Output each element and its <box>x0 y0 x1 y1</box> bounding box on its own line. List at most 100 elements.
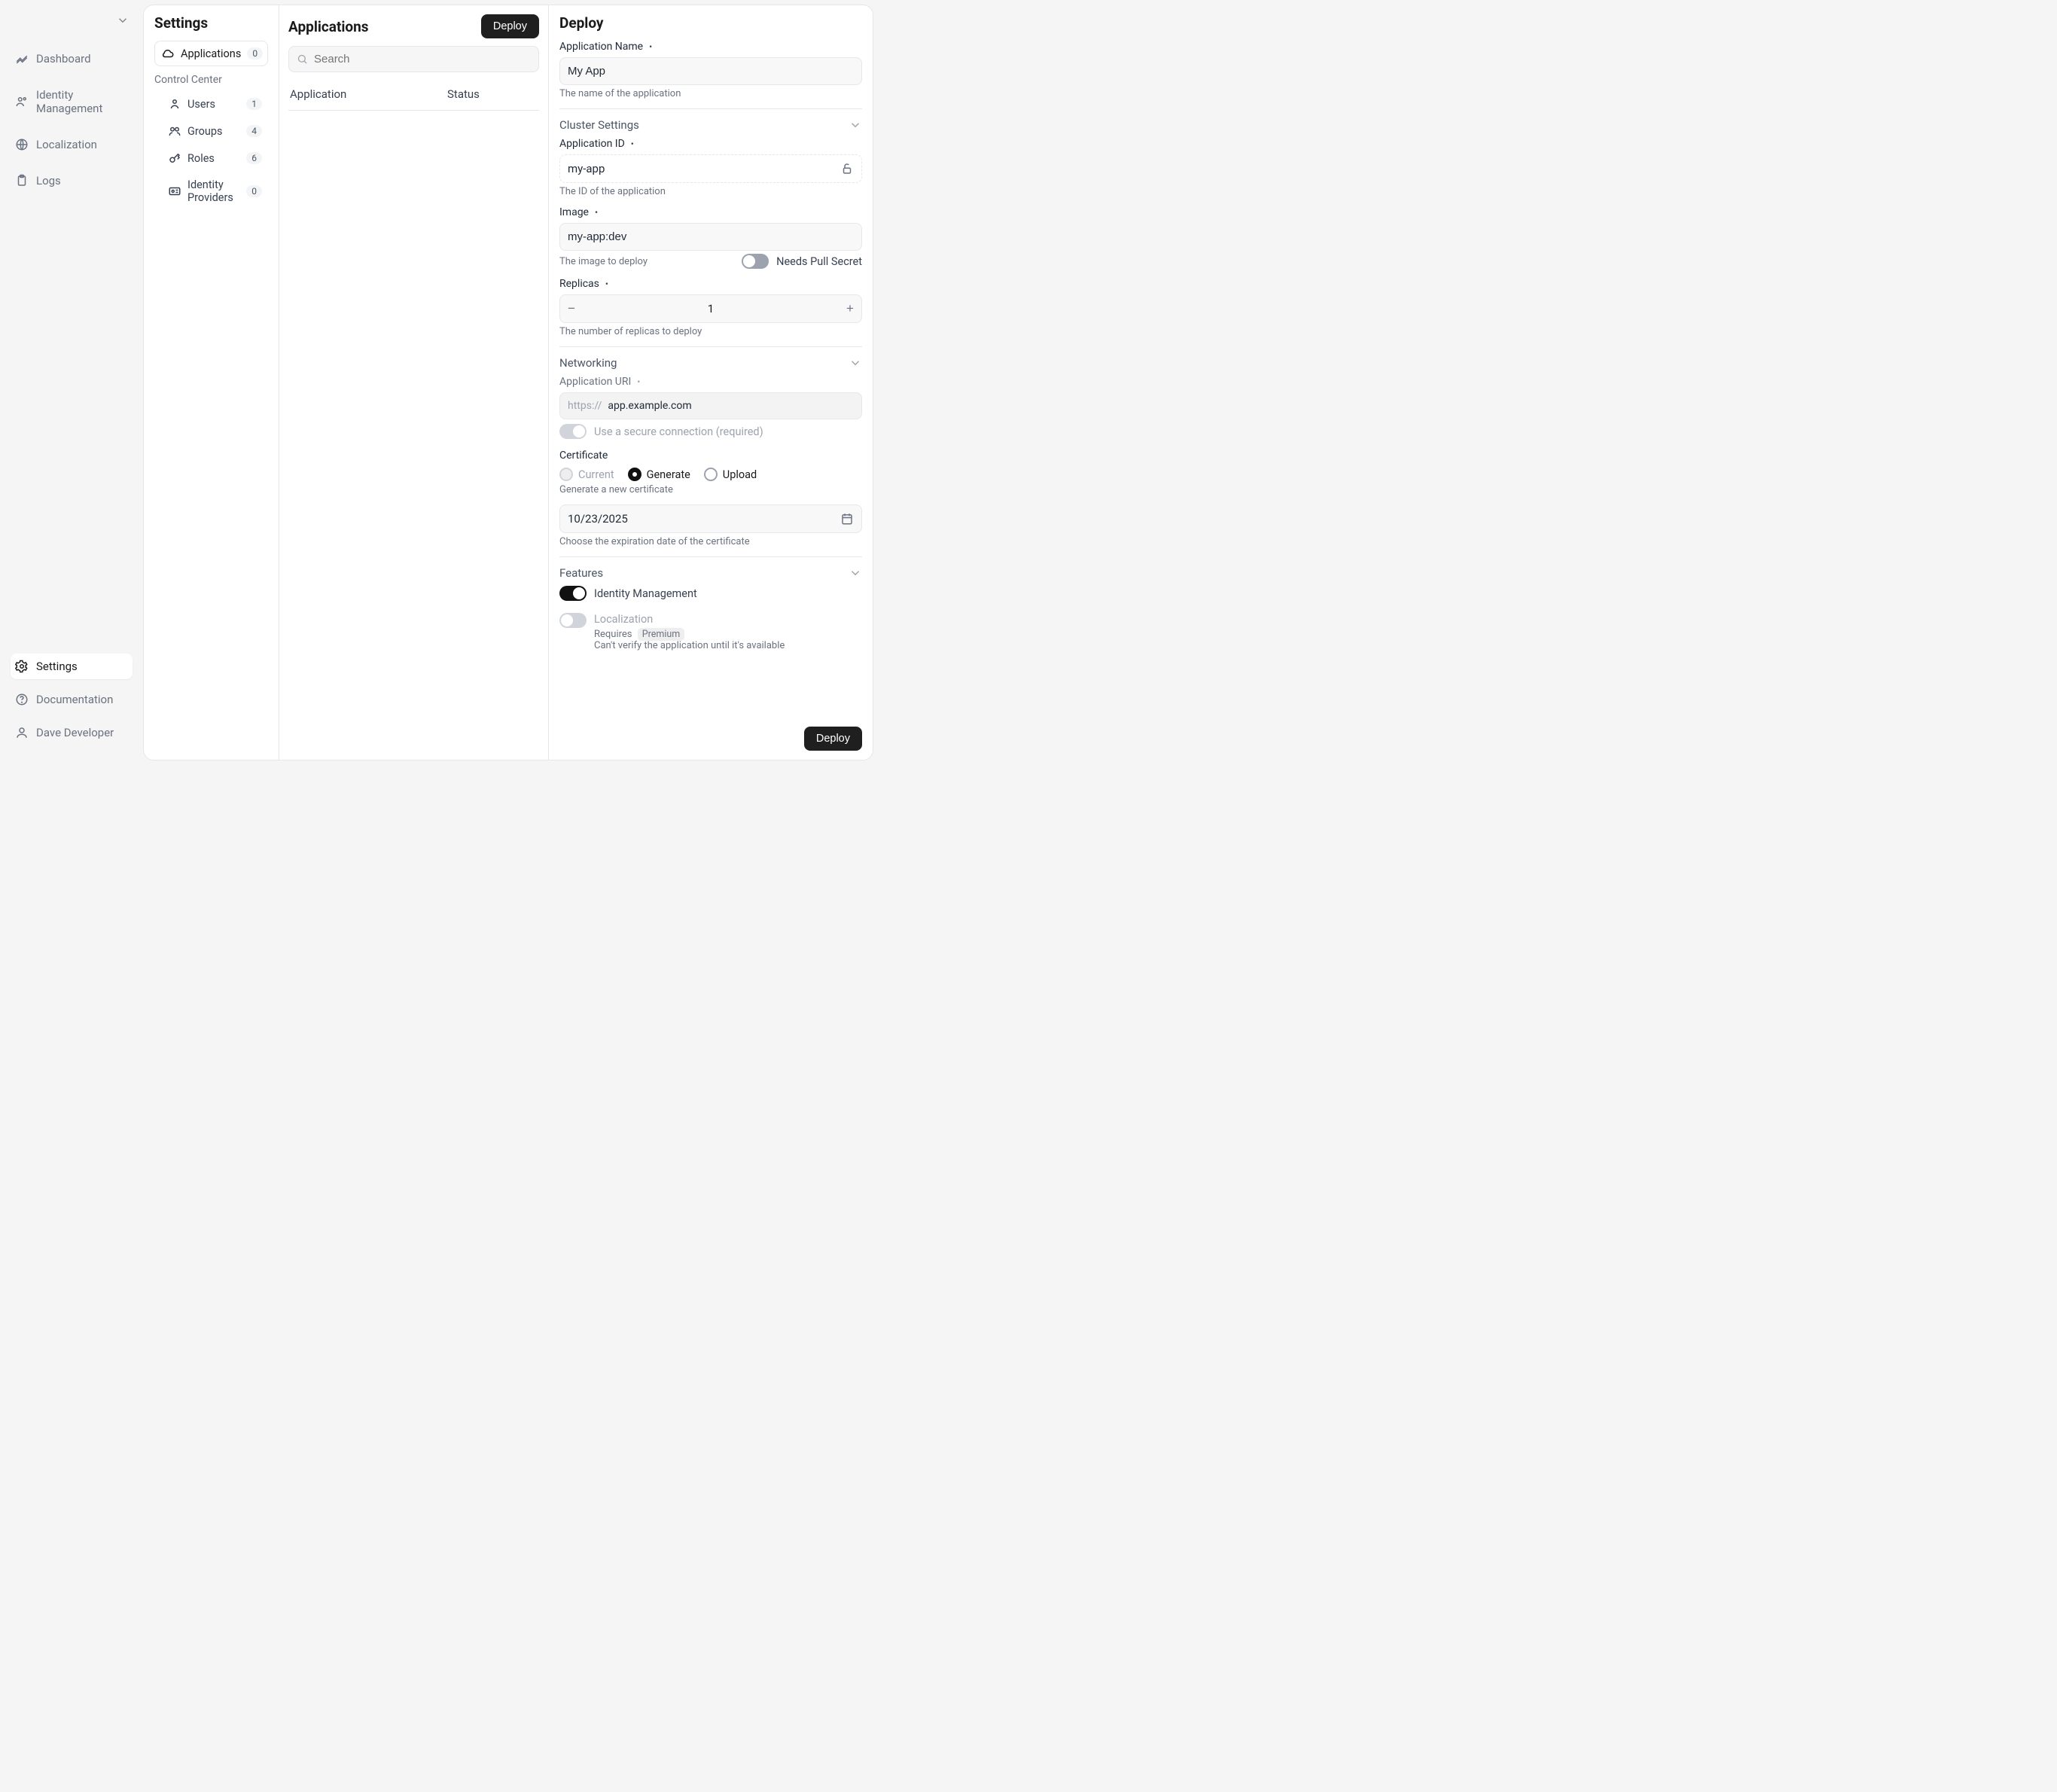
settings-item-label: Roles <box>187 152 215 165</box>
certificate-label: Certificate <box>559 450 862 462</box>
globe-icon <box>15 138 29 151</box>
help-icon <box>15 693 29 706</box>
applications-title: Applications <box>288 18 369 35</box>
settings-item-label: Applications <box>181 47 241 60</box>
identity-toggle[interactable] <box>559 586 587 601</box>
search-input[interactable] <box>314 53 531 66</box>
radio-icon <box>704 468 718 481</box>
image-helper: The image to deploy <box>559 256 648 267</box>
localization-note: Can't verify the application until it's … <box>594 640 785 651</box>
localization-requires: Requires <box>594 629 632 640</box>
search-box[interactable] <box>288 46 539 72</box>
secure-toggle <box>559 424 587 439</box>
uri-value: app.example.com <box>606 393 699 419</box>
nav-dashboard[interactable]: Dashboard <box>11 46 133 72</box>
users-icon <box>15 95 29 108</box>
col-application: Application <box>290 87 447 101</box>
replicas-decrement[interactable]: − <box>560 295 583 322</box>
nav-label: Documentation <box>36 693 113 706</box>
settings-idp[interactable]: Identity Providers 0 <box>162 173 268 209</box>
cert-current-radio: Current <box>559 468 614 481</box>
replicas-value: 1 <box>583 302 839 315</box>
localization-toggle <box>559 613 587 628</box>
nav-identity[interactable]: Identity Management <box>11 82 133 121</box>
settings-item-count: 0 <box>246 185 262 197</box>
secure-label: Use a secure connection (required) <box>594 425 763 438</box>
features-section-toggle[interactable]: Features <box>559 566 862 580</box>
settings-item-count: 4 <box>246 125 262 137</box>
nav-localization[interactable]: Localization <box>11 132 133 157</box>
uri-prefix: https:// <box>560 393 606 419</box>
settings-item-count: 0 <box>247 47 263 59</box>
localization-label: Localization <box>594 613 785 626</box>
unlock-icon[interactable] <box>840 162 854 175</box>
chevron-down-icon <box>849 118 862 132</box>
cert-generate-radio[interactable]: Generate <box>628 468 690 481</box>
group-icon <box>168 124 181 138</box>
radio-icon <box>559 468 573 481</box>
chevron-down-icon <box>116 14 130 27</box>
app-name-helper: The name of the application <box>559 88 862 99</box>
cert-date-helper: Choose the expiration date of the certif… <box>559 536 862 547</box>
apps-table-header: Application Status <box>288 81 539 111</box>
cert-date-value: 10/23/2025 <box>568 512 628 526</box>
settings-users[interactable]: Users 1 <box>162 92 268 116</box>
replicas-stepper[interactable]: − 1 + <box>559 294 862 323</box>
app-name-input[interactable] <box>559 57 862 85</box>
pull-secret-label: Needs Pull Secret <box>776 255 862 268</box>
settings-groups[interactable]: Groups 4 <box>162 119 268 143</box>
id-card-icon <box>168 184 181 198</box>
nav-label: Dashboard <box>36 52 91 66</box>
replicas-label: Replicas <box>559 278 862 290</box>
networking-heading: Networking <box>559 356 617 370</box>
chevron-down-icon <box>849 566 862 580</box>
replicas-increment[interactable]: + <box>839 295 861 322</box>
cluster-heading: Cluster Settings <box>559 118 639 132</box>
clipboard-icon <box>15 174 29 187</box>
chart-icon <box>15 52 29 66</box>
deploy-submit-button[interactable]: Deploy <box>804 727 862 751</box>
app-name-label: Application Name <box>559 41 862 53</box>
settings-item-count: 1 <box>246 98 262 110</box>
settings-roles[interactable]: Roles 6 <box>162 146 268 170</box>
col-status: Status <box>447 87 538 101</box>
nav-label: Settings <box>36 660 78 673</box>
app-id-value: my-app <box>568 162 605 175</box>
cluster-section-toggle[interactable]: Cluster Settings <box>559 118 862 132</box>
features-heading: Features <box>559 566 603 580</box>
key-icon <box>168 151 181 165</box>
nav-settings[interactable]: Settings <box>11 654 133 679</box>
nav-logs[interactable]: Logs <box>11 168 133 194</box>
radio-label: Current <box>578 468 614 481</box>
uri-input[interactable]: https:// app.example.com <box>559 392 862 419</box>
settings-applications[interactable]: Applications 0 <box>154 41 268 66</box>
uri-label: Application URI <box>559 376 862 388</box>
settings-title: Settings <box>154 14 268 32</box>
nav-label: Logs <box>36 174 61 187</box>
nav-label: Localization <box>36 138 97 151</box>
radio-label: Generate <box>647 468 690 481</box>
person-icon <box>15 726 29 739</box>
cert-date-input[interactable]: 10/23/2025 <box>559 504 862 533</box>
radio-label: Upload <box>723 468 757 481</box>
cert-helper: Generate a new certificate <box>559 484 862 495</box>
nav-user[interactable]: Dave Developer <box>11 720 133 745</box>
networking-section-toggle[interactable]: Networking <box>559 356 862 370</box>
deploy-new-button[interactable]: Deploy <box>481 14 539 38</box>
nav-label: Identity Management <box>36 88 128 115</box>
control-center-label: Control Center <box>154 74 268 86</box>
identity-label: Identity Management <box>594 587 697 600</box>
app-id-label: Application ID <box>559 138 862 150</box>
nav-documentation[interactable]: Documentation <box>11 687 133 712</box>
sidebar-collapse-button[interactable] <box>113 8 133 35</box>
settings-item-label: Groups <box>187 125 223 138</box>
settings-item-count: 6 <box>246 152 262 164</box>
cert-upload-radio[interactable]: Upload <box>704 468 757 481</box>
app-id-input[interactable]: my-app <box>559 154 862 183</box>
calendar-icon <box>840 512 854 526</box>
search-icon <box>297 53 308 65</box>
pull-secret-toggle[interactable] <box>742 254 769 269</box>
settings-item-label: Users <box>187 98 215 111</box>
image-input[interactable] <box>559 223 862 251</box>
settings-item-label: Identity Providers <box>187 178 240 204</box>
